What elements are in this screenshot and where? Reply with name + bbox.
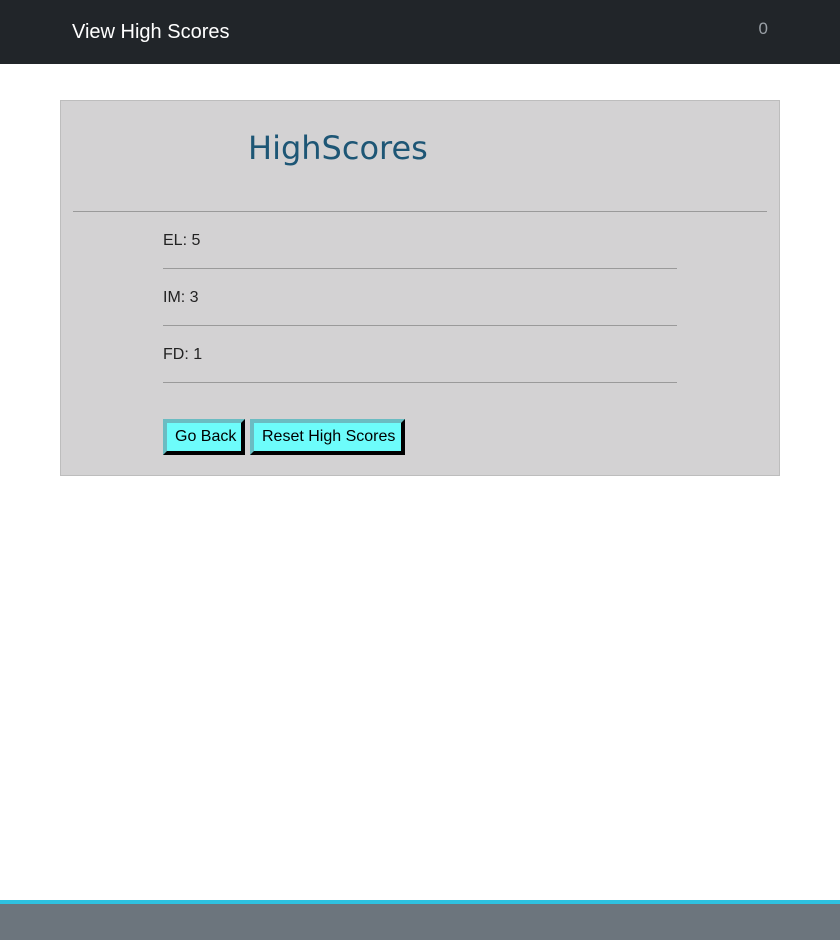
timer-display: 0 xyxy=(758,19,768,38)
list-item: FD: 1 xyxy=(163,326,677,383)
reset-high-scores-button[interactable]: Reset High Scores xyxy=(250,419,405,455)
score-entry: FD: 1 xyxy=(163,346,203,363)
list-item: EL: 5 xyxy=(163,212,677,269)
page-title: HighScores xyxy=(248,129,428,167)
view-high-scores-link[interactable]: View High Scores xyxy=(72,19,229,45)
score-entry: IM: 3 xyxy=(163,289,199,306)
list-item: IM: 3 xyxy=(163,269,677,326)
score-entry: EL: 5 xyxy=(163,232,201,249)
top-navbar: View High Scores 0 xyxy=(0,0,840,64)
page-footer xyxy=(0,900,840,940)
go-back-button[interactable]: Go Back xyxy=(163,419,245,455)
score-list: EL: 5 IM: 3 FD: 1 xyxy=(163,212,677,383)
high-scores-card: HighScores EL: 5 IM: 3 FD: 1 Go Back Res… xyxy=(60,100,780,476)
